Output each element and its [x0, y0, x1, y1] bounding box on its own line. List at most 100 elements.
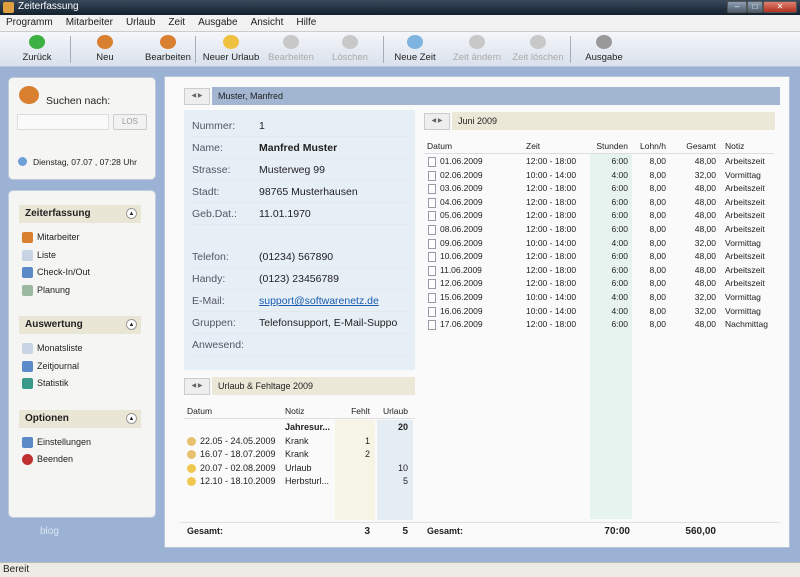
times-column-stunden[interactable]: Stunden [590, 141, 628, 151]
times-cell: 32,00 [694, 237, 716, 248]
times-cell: 8,00 [649, 292, 666, 302]
times-cell: 48,00 [694, 278, 716, 289]
times-column-zeit[interactable]: Zeit [526, 141, 586, 151]
nav-item-checkinout[interactable]: Check-In/Out [37, 267, 90, 277]
field-divider [190, 311, 410, 312]
menu-programm[interactable]: Programm [6, 15, 53, 31]
toolbar-separator [570, 36, 571, 63]
times-cell: 8,00 [649, 305, 666, 316]
toolbar-button-6[interactable]: Neue Zeit [386, 34, 444, 65]
times-cell: Vormittag [725, 292, 761, 302]
window-title: Zeiterfassung [18, 1, 79, 12]
vacation-date[interactable]: 12.10 - 18.10.2009 [200, 476, 276, 486]
times-cell: 10:00 - 14:00 [526, 237, 577, 248]
vacation-date[interactable]: 22.05 - 24.05.2009 [200, 436, 276, 446]
times-cell: 10.06.2009 [440, 251, 483, 262]
close-button[interactable]: ✕ [763, 1, 797, 13]
collapse-icon[interactable]: ▲ [126, 319, 137, 330]
vacation-urlaub[interactable]: 20 [380, 422, 408, 432]
vacation-nav-arrows[interactable]: ◀ ▶ [184, 378, 210, 395]
nav-item-zeitjournal[interactable]: Zeitjournal [37, 361, 79, 371]
nav-item-planung[interactable]: Planung [37, 285, 70, 295]
times-cell: 6:00 [611, 251, 628, 262]
times-cell: Vormittag [725, 237, 761, 248]
minimize-button[interactable]: – [727, 1, 747, 13]
toolbar-button-8[interactable]: Zeit löschen [508, 34, 568, 65]
vacation-note[interactable]: Krank [285, 436, 309, 446]
employee-nav-arrows[interactable]: ◀ ▶ [184, 88, 210, 105]
times-cell: 6:00 [611, 319, 628, 330]
vacation-note[interactable]: Herbsturl... [285, 476, 329, 486]
vacation-urlaub[interactable]: 10 [380, 463, 408, 473]
toolbar-label: Ausgabe [585, 52, 623, 63]
toolbar-button-7[interactable]: Zeit ändern [448, 34, 506, 65]
vacation-fehlt[interactable]: 2 [340, 449, 370, 459]
toolbar-button-1[interactable]: Neu [80, 34, 130, 65]
search-go-button[interactable]: LOS [113, 114, 147, 130]
nav-item-mitarbeiter[interactable]: Mitarbeiter [37, 232, 80, 242]
checkinout-icon [22, 267, 33, 278]
times-column-lohnh[interactable]: Lohn/h [636, 141, 666, 151]
toolbar-button-4[interactable]: Bearbeiten [262, 34, 320, 65]
toolbar-button-9[interactable]: Ausgabe [575, 34, 633, 65]
menu-ansicht[interactable]: Ansicht [251, 15, 284, 31]
search-input[interactable] [17, 114, 109, 130]
blog-link[interactable]: blog [40, 526, 59, 537]
vacation-total-fehlt: 3 [364, 526, 370, 537]
toolbar-separator [70, 36, 71, 63]
vacation-date[interactable]: 16.07 - 18.07.2009 [200, 449, 276, 459]
field-label: Handy: [192, 273, 226, 285]
nav-item-beenden[interactable]: Beenden [37, 454, 73, 464]
nav-item-statistik[interactable]: Statistik [37, 378, 69, 388]
vacation-note[interactable]: Jahresur... [285, 422, 330, 432]
vacation-total-urlaub: 5 [402, 526, 408, 537]
nav-section-optionen[interactable]: Optionen ▲ [19, 409, 141, 428]
toolbar-button-3[interactable]: Neuer Urlaub [200, 34, 262, 65]
nav-item-einstellungen[interactable]: Einstellungen [37, 437, 91, 447]
menu-mitarbeiter[interactable]: Mitarbeiter [66, 15, 113, 31]
times-column-notiz[interactable]: Notiz [725, 141, 775, 151]
times-cell: Arbeitszeit [725, 196, 765, 207]
beenden-icon [22, 454, 33, 465]
vacation-fehlt[interactable]: 1 [340, 436, 370, 446]
field-value-email[interactable]: support@softwarenetz.de [259, 295, 379, 307]
vacation-urlaub[interactable]: 5 [380, 476, 408, 486]
toolbar-button-5[interactable]: Löschen [322, 34, 378, 65]
toolbar: Zurück Neu Bearbeiten Neuer Urlaub Bearbeite… [0, 32, 800, 67]
vacation-note[interactable]: Krank [285, 449, 309, 459]
times-cell: 32,00 [694, 292, 716, 302]
menu-urlaub[interactable]: Urlaub [126, 15, 155, 31]
menu-hilfe[interactable]: Hilfe [296, 15, 316, 31]
title-bar: Zeiterfassung – □ ✕ [0, 0, 800, 15]
nav-item-monatsliste[interactable]: Monatsliste [37, 343, 83, 353]
times-column-gesamt[interactable]: Gesamt [676, 141, 716, 151]
field-value-handy: (0123) 23456789 [259, 273, 339, 285]
nav-item-liste[interactable]: Liste [37, 250, 56, 260]
collapse-icon[interactable]: ▲ [126, 208, 137, 219]
vacation-date[interactable]: 20.07 - 02.08.2009 [200, 463, 276, 473]
field-divider [190, 202, 410, 203]
nav-section-zeiterfassung[interactable]: Zeiterfassung ▲ [19, 205, 141, 223]
vacation-column-notiz[interactable]: Notiz [285, 406, 335, 416]
vacation-column-fehlt[interactable]: Fehlt [340, 406, 370, 416]
search-users-icon [19, 86, 39, 104]
field-label: Gruppen: [192, 317, 236, 329]
sun-icon [187, 463, 196, 473]
delete-vacation-icon [342, 35, 358, 49]
times-column-datum[interactable]: Datum [427, 141, 517, 151]
nav-section-auswertung[interactable]: Auswertung ▲ [19, 316, 141, 334]
maximize-button[interactable]: □ [747, 1, 763, 13]
vacation-column-urlaub[interactable]: Urlaub [380, 406, 408, 416]
toolbar-button-0[interactable]: Zurück [8, 34, 66, 65]
toolbar-label: Zurück [22, 52, 52, 63]
month-nav-arrows[interactable]: ◀ ▶ [424, 113, 450, 130]
vacation-note[interactable]: Urlaub [285, 463, 312, 473]
menu-ausgabe[interactable]: Ausgabe [198, 15, 237, 31]
vacation-column-datum[interactable]: Datum [187, 406, 277, 416]
toolbar-button-2[interactable]: Bearbeiten [140, 34, 196, 65]
menu-zeit[interactable]: Zeit [168, 15, 185, 31]
times-cell: Nachmittag [725, 319, 768, 330]
toolbar-separator [383, 36, 384, 63]
collapse-icon[interactable]: ▲ [126, 412, 137, 424]
toolbar-label: Neue Zeit [394, 52, 436, 63]
